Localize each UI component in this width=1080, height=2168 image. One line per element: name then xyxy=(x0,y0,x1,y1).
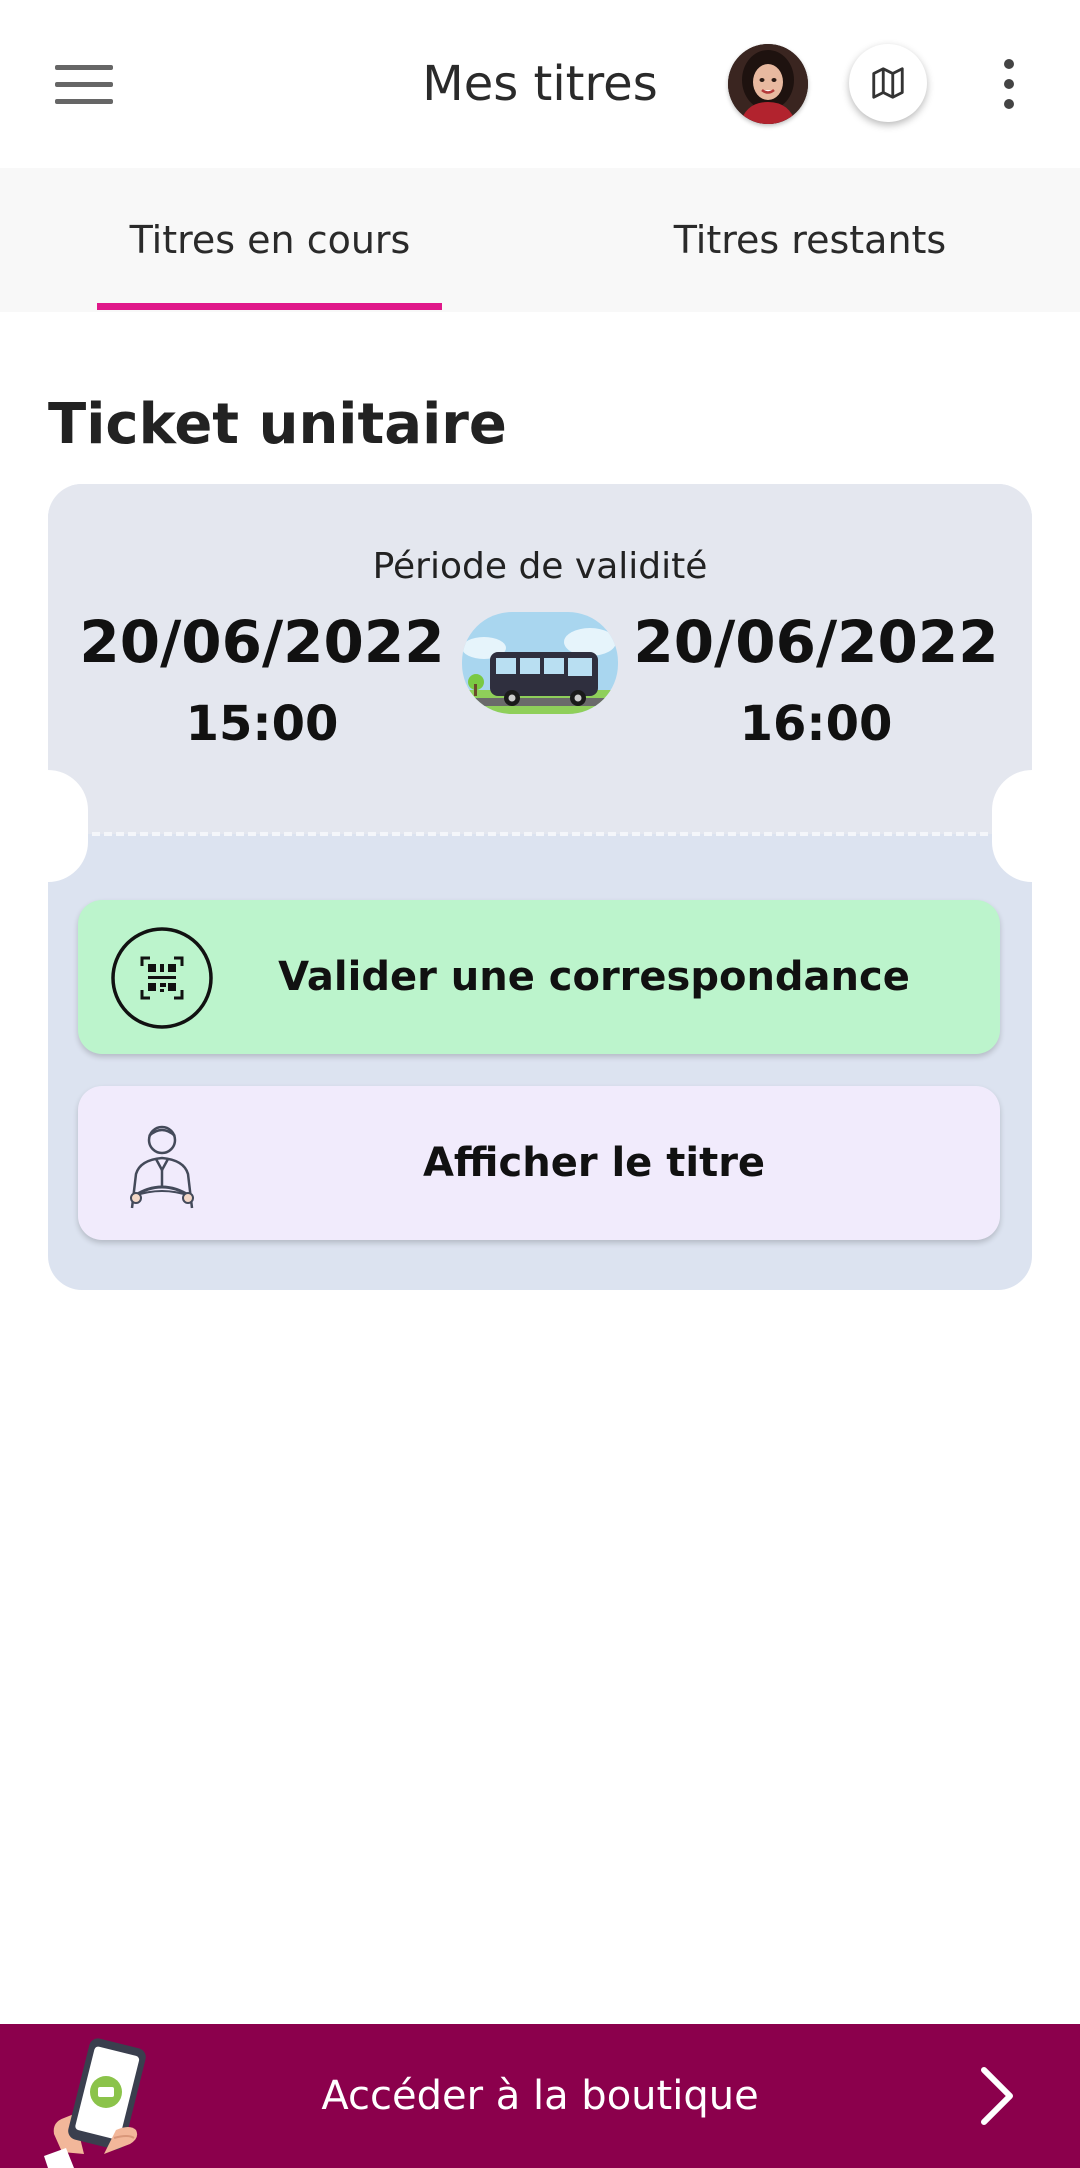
app-screen: Mes titres Titres en cours Titres restan… xyxy=(0,0,1080,2168)
chevron-right-icon xyxy=(970,2064,1024,2128)
tab-bar: Titres en cours Titres restants xyxy=(0,168,1080,312)
avatar[interactable] xyxy=(728,44,808,124)
start-date: 20/06/2022 xyxy=(79,608,445,676)
active-tab-indicator xyxy=(97,303,442,310)
validity-label: Période de validité xyxy=(372,546,708,587)
page-title: Mes titres xyxy=(422,56,658,112)
phone-shop-icon xyxy=(44,2034,154,2168)
driver-icon xyxy=(110,1112,214,1216)
qr-code-icon xyxy=(110,926,214,1030)
top-app-bar: Mes titres xyxy=(0,0,1080,168)
start-time: 15:00 xyxy=(185,696,339,752)
show-ticket-label: Afficher le titre xyxy=(422,1140,766,1186)
shop-label: Accéder à la boutique xyxy=(321,2073,759,2119)
bus-icon xyxy=(462,612,618,714)
shop-button[interactable]: Accéder à la boutique xyxy=(0,2024,1080,2168)
hamburger-menu-icon[interactable] xyxy=(44,50,124,118)
more-vertical-icon[interactable] xyxy=(990,52,1028,116)
end-date: 20/06/2022 xyxy=(633,608,999,676)
section-title: Ticket unitaire xyxy=(48,392,507,457)
map-icon xyxy=(872,67,904,99)
tab-titres-restants[interactable]: Titres restants xyxy=(540,168,1080,312)
show-ticket-button[interactable]: Afficher le titre xyxy=(78,1086,1000,1240)
ticket-perforation xyxy=(92,832,988,836)
validate-connection-button[interactable]: Valider une correspondance xyxy=(78,900,1000,1054)
validate-connection-label: Valider une correspondance xyxy=(278,954,910,1000)
end-time: 16:00 xyxy=(739,696,893,752)
ticket-card: Période de validité 20/06/2022 15:00 20/… xyxy=(48,484,1032,1290)
map-button[interactable] xyxy=(849,44,927,122)
tab-titres-en-cours[interactable]: Titres en cours xyxy=(0,168,540,312)
ticket-notch-right xyxy=(992,770,1032,882)
